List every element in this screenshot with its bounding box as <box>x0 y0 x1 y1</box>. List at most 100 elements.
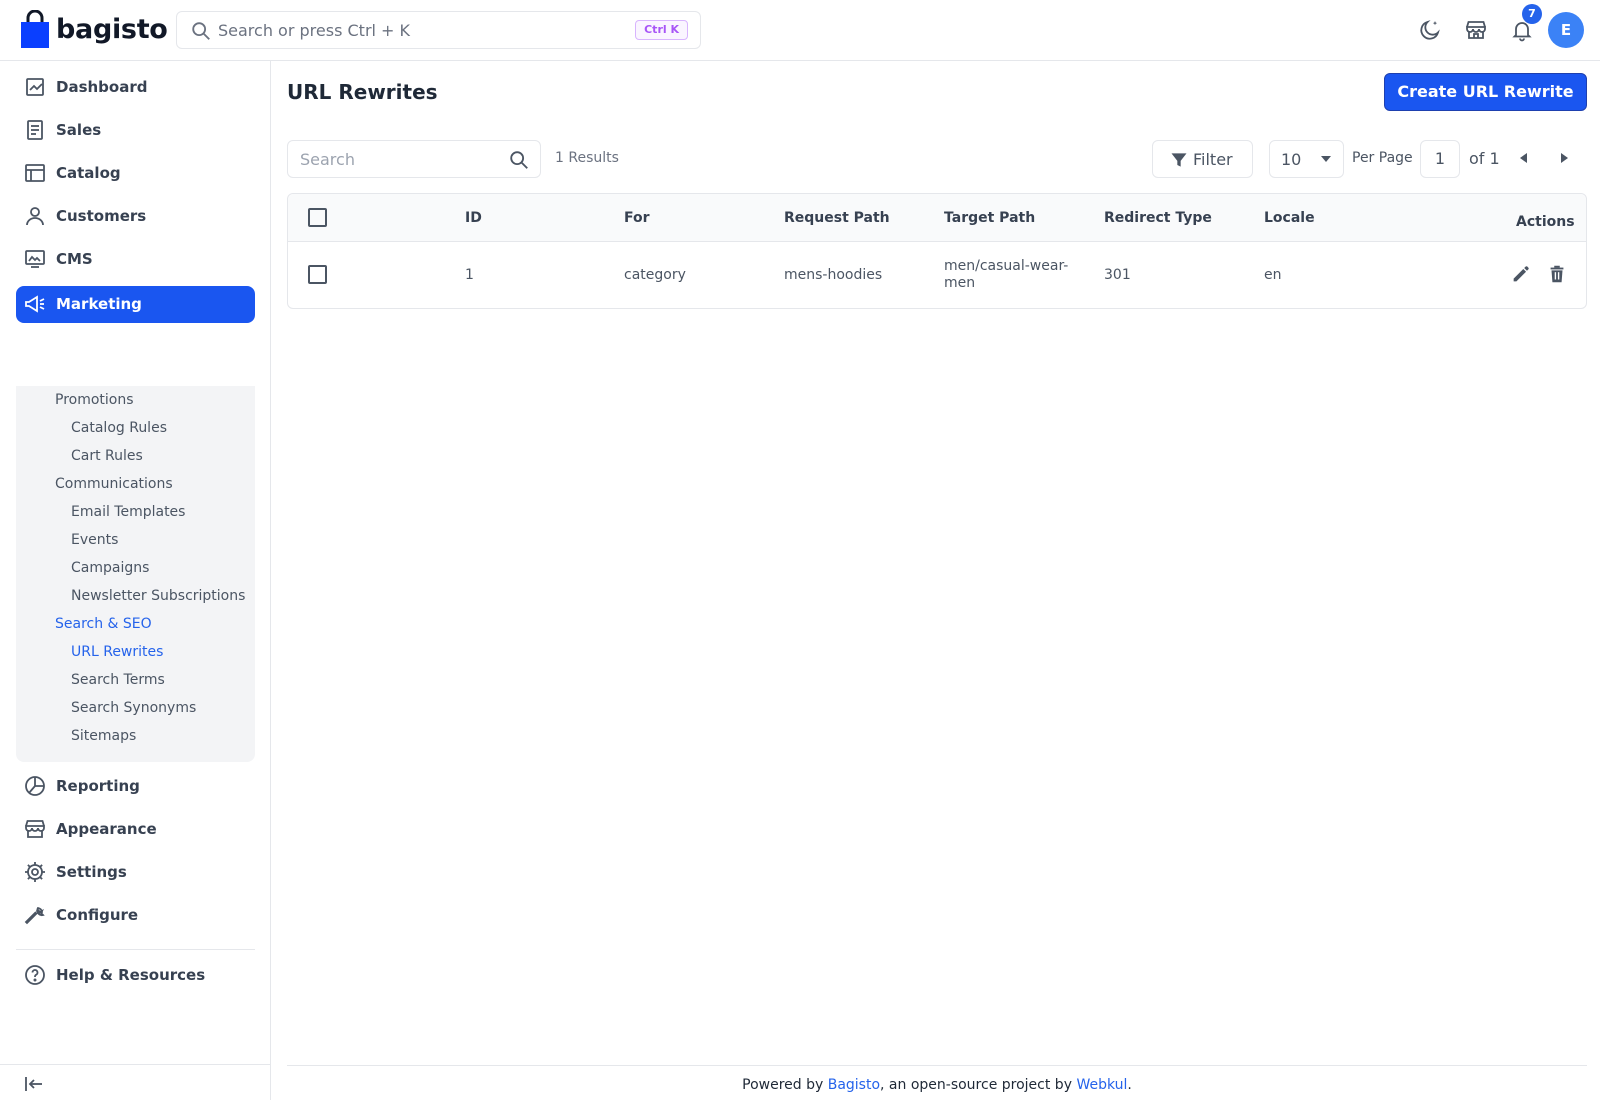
sidebar-item-help-resources[interactable]: Help & Resources <box>16 957 255 994</box>
brand-name: bagisto <box>56 13 168 45</box>
sidebar-item-label: Sales <box>56 121 102 139</box>
sidebar-item-label: Help & Resources <box>56 966 206 984</box>
page-total: of 1 <box>1469 149 1500 168</box>
footer-divider <box>287 1065 1587 1066</box>
footer-suffix: . <box>1127 1077 1132 1093</box>
sidebar-item-dashboard[interactable]: Dashboard <box>16 69 255 106</box>
submenu-catalog-rules[interactable]: Catalog Rules <box>71 420 167 436</box>
submenu-search-terms[interactable]: Search Terms <box>71 672 165 688</box>
submenu-promotions[interactable]: Promotions <box>55 392 134 408</box>
column-header-target-path[interactable]: Target Path <box>944 210 1035 226</box>
footer: Powered by Bagisto, an open-source proje… <box>287 1077 1587 1093</box>
sidebar-item-label: Reporting <box>56 777 140 795</box>
search-icon[interactable] <box>508 149 530 171</box>
cell-request-path: mens-hoodies <box>784 267 883 283</box>
dark-mode-toggle[interactable] <box>1416 16 1444 44</box>
per-page-select[interactable]: 10 <box>1269 140 1344 178</box>
sidebar-item-label: Catalog <box>56 164 121 182</box>
submenu-url-rewrites[interactable]: URL Rewrites <box>71 644 163 660</box>
store-icon <box>25 820 45 838</box>
cell-id: 1 <box>465 267 474 283</box>
submenu-communications[interactable]: Communications <box>55 476 173 492</box>
sidebar-item-catalog[interactable]: Catalog <box>16 155 255 192</box>
sidebar-item-settings[interactable]: Settings <box>16 854 255 891</box>
sidebar-item-label: CMS <box>56 250 93 268</box>
submenu-campaigns[interactable]: Campaigns <box>71 560 149 576</box>
wrench-icon <box>24 906 45 925</box>
sidebar-item-label: Configure <box>56 906 139 924</box>
search-icon <box>192 22 210 40</box>
table-header: ID For Request Path Target Path Redirect… <box>288 194 1586 242</box>
visit-shop-button[interactable] <box>1462 16 1490 44</box>
bag-logo-icon <box>21 10 49 48</box>
sidebar-item-label: Appearance <box>56 820 157 838</box>
datagrid-search-input[interactable]: Search <box>287 140 541 178</box>
submenu-search-synonyms[interactable]: Search Synonyms <box>71 700 196 716</box>
sidebar-item-reporting[interactable]: Reporting <box>16 768 255 805</box>
next-page-icon[interactable] <box>1556 150 1572 166</box>
column-header-id[interactable]: ID <box>465 210 482 226</box>
column-header-request-path[interactable]: Request Path <box>784 210 890 226</box>
user-icon <box>26 207 44 226</box>
cell-locale: en <box>1264 267 1282 283</box>
submenu-newsletter-subscriptions[interactable]: Newsletter Subscriptions <box>71 588 245 604</box>
catalog-icon <box>25 164 45 182</box>
url-rewrites-table: ID For Request Path Target Path Redirect… <box>287 193 1587 309</box>
global-search-placeholder: Search or press Ctrl + K <box>218 21 411 40</box>
dashboard-icon <box>26 78 44 96</box>
submenu-sitemaps[interactable]: Sitemaps <box>71 728 136 744</box>
filter-icon <box>1171 153 1187 167</box>
global-search-input[interactable]: Search or press Ctrl + K Ctrl K <box>176 11 701 49</box>
sidebar-item-marketing[interactable]: Marketing <box>16 286 255 323</box>
column-header-actions: Actions <box>1516 214 1575 230</box>
cell-target-path-line2: men <box>944 275 976 291</box>
sidebar-divider <box>16 949 255 950</box>
sidebar-item-sales[interactable]: Sales <box>16 112 255 149</box>
sidebar-item-label: Marketing <box>56 295 142 313</box>
create-url-rewrite-button[interactable]: Create URL Rewrite <box>1384 73 1587 111</box>
moon-icon <box>1420 20 1440 40</box>
sidebar-item-label: Dashboard <box>56 78 148 96</box>
per-page-value: 10 <box>1281 150 1302 169</box>
submenu-events[interactable]: Events <box>71 532 118 548</box>
results-count: 1 Results <box>555 150 619 166</box>
cell-target-path-line1: men/casual-wear- <box>944 258 1069 274</box>
caret-down-icon <box>1321 156 1331 162</box>
footer-middle: , an open-source project by <box>880 1077 1077 1093</box>
webkul-link[interactable]: Webkul <box>1076 1077 1127 1093</box>
page-number-input[interactable]: 1 <box>1420 140 1460 178</box>
cell-for: category <box>624 267 686 283</box>
bagisto-link[interactable]: Bagisto <box>828 1077 880 1093</box>
sidebar-item-customers[interactable]: Customers <box>16 198 255 235</box>
sidebar-footer-divider <box>0 1064 271 1065</box>
collapse-sidebar-icon[interactable] <box>22 1072 46 1096</box>
select-all-checkbox[interactable] <box>308 208 327 227</box>
column-header-redirect-type[interactable]: Redirect Type <box>1104 210 1212 226</box>
sidebar-item-configure[interactable]: Configure <box>16 897 255 934</box>
user-avatar[interactable]: E <box>1548 12 1584 48</box>
submenu-cart-rules[interactable]: Cart Rules <box>71 448 143 464</box>
column-header-for[interactable]: For <box>624 210 650 226</box>
sidebar: Dashboard Sales Catalog Customers CMS Ma… <box>0 61 271 1100</box>
cell-redirect-type: 301 <box>1104 267 1131 283</box>
megaphone-icon <box>25 295 45 313</box>
notification-count-badge: 7 <box>1522 4 1542 24</box>
column-header-locale[interactable]: Locale <box>1264 210 1315 226</box>
filter-button[interactable]: Filter <box>1152 140 1253 178</box>
sidebar-item-appearance[interactable]: Appearance <box>16 811 255 848</box>
monitor-icon <box>25 250 45 268</box>
edit-icon[interactable] <box>1510 263 1532 285</box>
filter-label: Filter <box>1193 150 1233 169</box>
submenu-email-templates[interactable]: Email Templates <box>71 504 185 520</box>
submenu-search-seo[interactable]: Search & SEO <box>55 616 152 632</box>
logo[interactable]: bagisto <box>20 10 168 48</box>
row-checkbox[interactable] <box>308 265 327 284</box>
top-header: bagisto Search or press Ctrl + K Ctrl K … <box>0 0 1600 61</box>
marketing-submenu: Promotions Catalog Rules Cart Rules Comm… <box>16 386 255 762</box>
page-title: URL Rewrites <box>287 80 438 104</box>
sidebar-item-label: Settings <box>56 863 127 881</box>
previous-page-icon[interactable] <box>1516 150 1532 166</box>
sidebar-item-cms[interactable]: CMS <box>16 241 255 278</box>
per-page-label: Per Page <box>1352 150 1413 166</box>
delete-icon[interactable] <box>1546 263 1568 285</box>
